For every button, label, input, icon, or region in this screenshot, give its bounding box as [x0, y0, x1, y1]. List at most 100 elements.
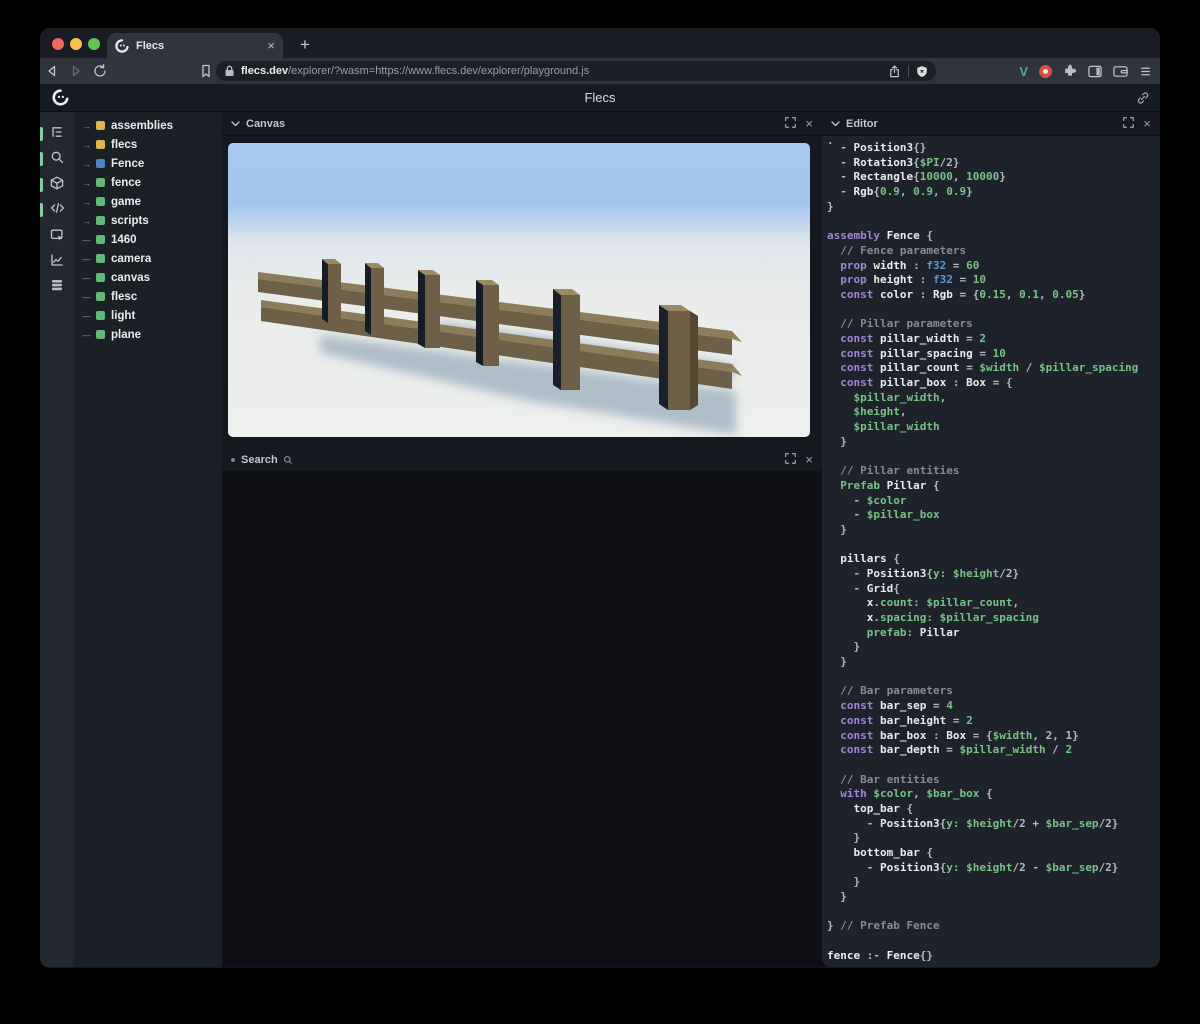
code-line: // Bar entities — [827, 773, 1160, 788]
link-icon[interactable] — [1136, 91, 1150, 105]
code-line: const bar_depth = $pillar_width / 2 — [827, 743, 1160, 758]
wallet-icon[interactable] — [1113, 65, 1128, 78]
code-editor[interactable]: . - Position3{} - Rotation3{$PI/2} - Rec… — [822, 136, 1160, 967]
content-area: →assemblies→flecs→Fence→fence→game→scrip… — [40, 112, 1160, 967]
search-close-icon[interactable]: × — [805, 454, 813, 466]
tree-item-light[interactable]: —light — [74, 306, 222, 325]
entity-square-icon — [96, 216, 105, 225]
search-panel-title: Search — [241, 454, 278, 466]
editor-panel-title: Editor — [846, 118, 878, 130]
code-line: } — [827, 890, 1160, 905]
canvas-fullscreen-icon[interactable] — [785, 115, 796, 133]
red-extension-icon[interactable] — [1039, 65, 1052, 78]
code-line — [827, 670, 1160, 685]
code-line: - Position3{} — [827, 141, 1160, 156]
expand-arrow-icon[interactable]: → — [82, 216, 96, 226]
app-header: Flecs — [40, 84, 1160, 112]
code-line: } — [827, 640, 1160, 655]
code-line: $pillar_width — [827, 420, 1160, 435]
canvas-panel-header: Canvas × — [222, 112, 822, 136]
code-tool-icon[interactable] — [40, 201, 74, 223]
chart-tool-icon[interactable] — [40, 253, 74, 275]
code-line — [827, 449, 1160, 464]
search-fullscreen-icon[interactable] — [785, 451, 796, 469]
search-panel-body[interactable] — [222, 472, 822, 967]
panel-collapsed-dot-icon[interactable] — [231, 458, 235, 462]
code-line — [827, 905, 1160, 920]
back-button[interactable] — [40, 62, 64, 80]
code-line: x.spacing: $pillar_spacing — [827, 611, 1160, 626]
tree-item-game[interactable]: → game — [74, 192, 222, 211]
tree-item-flesc[interactable]: —flesc — [74, 287, 222, 306]
share-icon[interactable] — [888, 65, 901, 78]
entity-square-icon — [96, 292, 105, 301]
code-line: } — [827, 875, 1160, 890]
search-tool-icon[interactable] — [40, 150, 74, 172]
reload-button[interactable] — [88, 62, 112, 80]
tree-item-label: fence — [111, 177, 141, 189]
chevron-down-icon[interactable] — [231, 121, 240, 127]
code-line: fence :- Fence{} — [827, 949, 1160, 964]
new-tab-button[interactable]: + — [292, 33, 318, 58]
entity-square-icon — [96, 273, 105, 282]
code-line: } // Prefab Fence — [827, 919, 1160, 934]
tab-flecs[interactable]: Flecs × — [107, 33, 283, 58]
bookmark-icon[interactable] — [194, 62, 218, 80]
expand-arrow-icon[interactable]: → — [82, 178, 96, 188]
sidebar-panel-icon[interactable] — [1088, 65, 1102, 78]
tree-item-label: game — [111, 196, 141, 208]
tree-item-flecs[interactable]: → flecs — [74, 135, 222, 154]
browser-toolbar: flecs.dev/explorer/?wasm=https://www.fle… — [40, 58, 1160, 84]
tree-item-1460[interactable]: —1460 — [74, 230, 222, 249]
code-line: const bar_box : Box = {$width, 2, 1} — [827, 729, 1160, 744]
tree-item-plane[interactable]: —plane — [74, 325, 222, 344]
cube-3d-icon[interactable] — [40, 176, 74, 198]
code-line: prop height : f32 = 10 — [827, 273, 1160, 288]
tree-item-Fence[interactable]: → Fence — [74, 154, 222, 173]
fence-3d-render[interactable] — [228, 143, 810, 437]
tree-item-label: scripts — [111, 215, 149, 227]
tree-item-label: flecs — [111, 139, 137, 151]
entity-square-icon — [96, 330, 105, 339]
entity-square-icon — [96, 121, 105, 130]
tree-item-label: Fence — [111, 158, 144, 170]
tree-item-scripts[interactable]: → scripts — [74, 211, 222, 230]
tree-item-canvas[interactable]: — canvas — [74, 268, 222, 287]
expand-arrow-icon[interactable]: → — [82, 140, 96, 150]
traffic-light-zoom-icon[interactable] — [88, 38, 100, 50]
vue-devtools-extension-icon[interactable]: V — [1019, 64, 1028, 79]
search-glyph-icon — [283, 455, 293, 465]
puzzle-extensions-icon[interactable] — [1063, 64, 1077, 78]
brave-shield-icon[interactable] — [916, 65, 928, 78]
code-line: - Position3{y: $height/2 - $bar_sep/2} — [827, 861, 1160, 876]
tree-item-assemblies[interactable]: →assemblies — [74, 116, 222, 135]
code-line: const pillar_width = 2 — [827, 332, 1160, 347]
forward-button[interactable] — [64, 62, 88, 80]
hierarchy-tree-icon[interactable] — [40, 125, 74, 147]
editor-close-icon[interactable]: × — [1143, 118, 1151, 130]
code-line: - Rgb{0.9, 0.9, 0.9} — [827, 185, 1160, 200]
tree-item-camera[interactable]: —camera — [74, 249, 222, 268]
chevron-down-icon[interactable] — [831, 121, 840, 127]
page-title: Flecs — [40, 90, 1160, 105]
address-bar[interactable]: flecs.dev/explorer/?wasm=https://www.fle… — [216, 61, 936, 81]
code-line: - Position3{y: $height/2 + $bar_sep/2} — [827, 817, 1160, 832]
tree-item-label: canvas — [111, 272, 150, 284]
canvas-3d-wrap — [222, 136, 822, 448]
traffic-light-minimize-icon[interactable] — [70, 38, 82, 50]
canvas-close-icon[interactable]: × — [805, 118, 813, 130]
code-line: - $color — [827, 494, 1160, 509]
leaf-dash-icon: — — [82, 273, 96, 283]
stack-tool-icon[interactable] — [40, 278, 74, 300]
traffic-light-close-icon[interactable] — [52, 38, 64, 50]
editor-fullscreen-icon[interactable] — [1123, 115, 1134, 133]
tab-close-icon[interactable]: × — [267, 39, 275, 52]
expand-arrow-icon[interactable]: → — [82, 121, 96, 131]
tree-item-fence[interactable]: → fence — [74, 173, 222, 192]
code-content: - Position3{} - Rotation3{$PI/2} - Recta… — [822, 136, 1160, 964]
tab-strip: Flecs × + — [40, 28, 1160, 58]
expand-arrow-icon[interactable]: → — [82, 197, 96, 207]
expand-arrow-icon[interactable]: → — [82, 159, 96, 169]
inspector-tool-icon[interactable] — [40, 228, 74, 250]
menu-icon[interactable] — [1139, 65, 1152, 78]
